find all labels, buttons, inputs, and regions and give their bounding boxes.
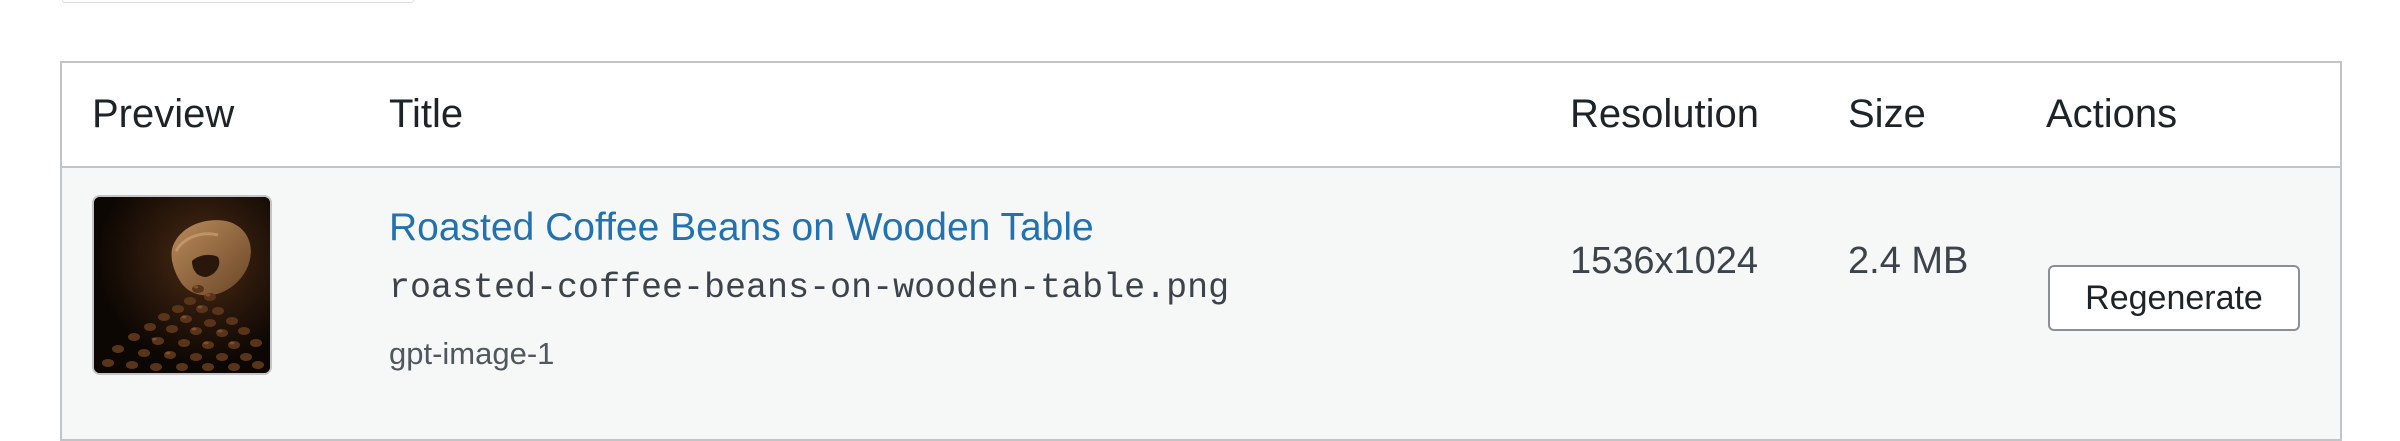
image-title-link[interactable]: Roasted Coffee Beans on Wooden Table bbox=[389, 206, 1094, 250]
image-size: 2.4 MB bbox=[1848, 240, 1969, 282]
image-resolution: 1536x1024 bbox=[1570, 240, 1759, 282]
table-row: Roasted Coffee Beans on Wooden Table roa… bbox=[62, 168, 2340, 439]
coffee-beans-sack-icon bbox=[94, 197, 270, 373]
column-header-size: Size bbox=[1848, 92, 1926, 136]
image-model: gpt-image-1 bbox=[389, 336, 555, 371]
images-table: Preview Title Resolution Size Actions Ro… bbox=[60, 61, 2342, 441]
coffee-beans-thumbnail bbox=[92, 195, 272, 375]
regenerate-button[interactable]: Regenerate bbox=[2048, 265, 2300, 331]
column-header-title: Title bbox=[389, 92, 464, 136]
image-filename: roasted-coffee-beans-on-wooden-table.png bbox=[389, 268, 1230, 308]
column-header-preview: Preview bbox=[92, 92, 235, 136]
column-header-resolution: Resolution bbox=[1570, 92, 1760, 136]
tab-stub bbox=[62, 0, 414, 3]
column-header-actions: Actions bbox=[2046, 92, 2178, 136]
table-header: Preview Title Resolution Size Actions bbox=[62, 63, 2340, 168]
